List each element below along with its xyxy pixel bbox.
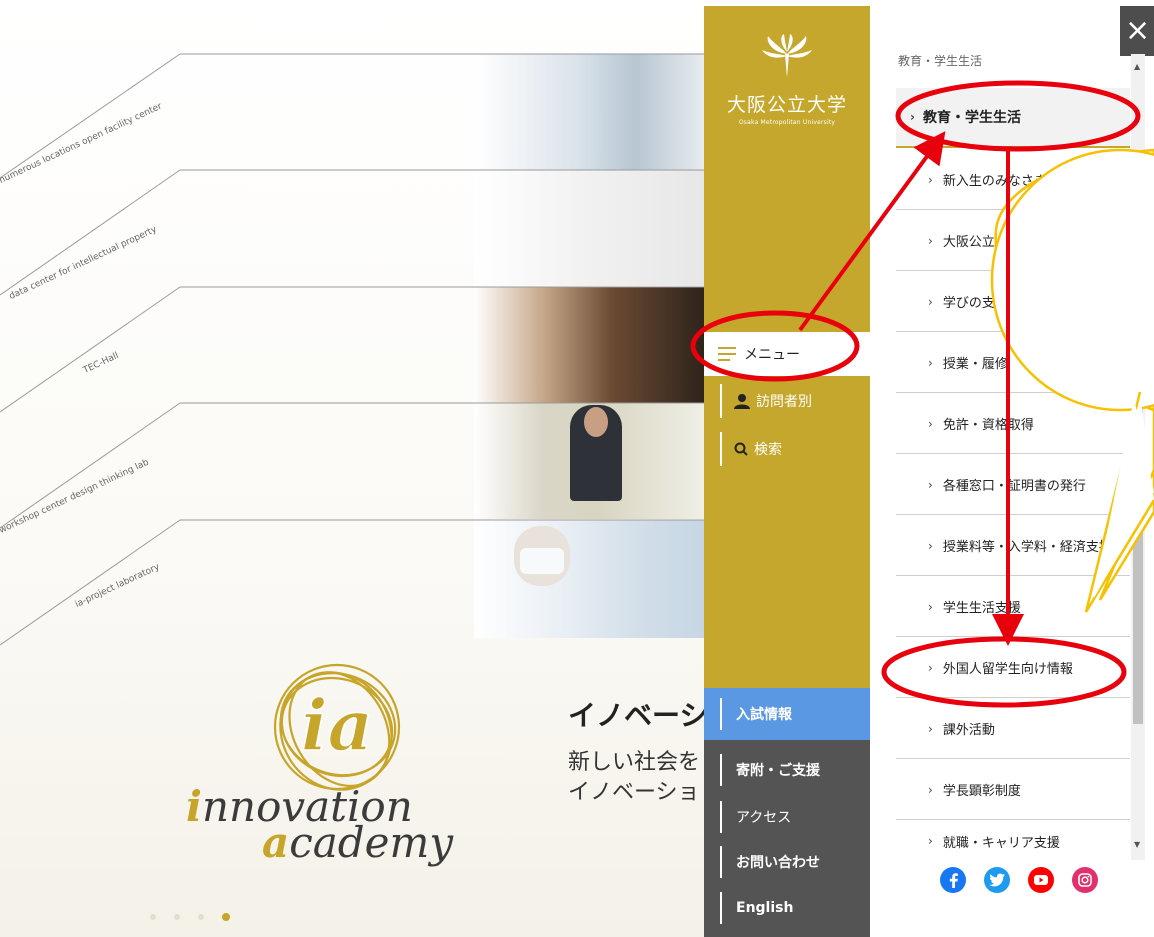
university-name: 大阪公立大学	[726, 94, 847, 116]
chevron-right-icon: ›	[928, 660, 933, 675]
menu-item-career[interactable]: › 就職・キャリア支援	[896, 821, 1130, 861]
close-icon: ×	[1125, 13, 1151, 48]
chevron-right-icon: ›	[928, 477, 933, 492]
instagram-icon[interactable]	[1072, 867, 1098, 893]
chevron-right-icon: ›	[928, 538, 933, 553]
menu-item-label: 外国人留学生向け情報	[942, 662, 1073, 677]
english-link[interactable]: English	[720, 892, 870, 924]
twitter-icon[interactable]	[984, 867, 1010, 893]
chevron-right-icon: ›	[928, 294, 933, 309]
menu-item-label: 就職・キャリア支援	[942, 835, 1060, 851]
menu-item-label: 新入生のみなさまへ	[942, 174, 1060, 189]
university-logo[interactable]: 大阪公立大学 Osaka Metropolitan University	[704, 34, 870, 126]
chevron-right-icon: ›	[928, 599, 933, 614]
donation-link[interactable]: 寄附・ご支援	[720, 754, 870, 786]
menu-item-extracurricular[interactable]: › 課外活動	[896, 699, 1130, 759]
menu-item-international-students[interactable]: › 外国人留学生向け情報	[896, 638, 1130, 698]
wordmark-line2: cademy	[289, 818, 454, 867]
scroll-down-arrow-icon[interactable]: ▼	[1134, 840, 1140, 849]
menu-item-tuition[interactable]: › 授業料等・入学料・経済支援	[896, 516, 1130, 576]
visitor-button[interactable]: 訪問者別	[720, 384, 870, 418]
social-links	[940, 867, 1098, 893]
menu-section-education[interactable]: › 教育・学生生活	[896, 88, 1130, 148]
menu-item-label: 免許・資格取得	[942, 418, 1034, 433]
hero-title: イノベーシ	[568, 699, 704, 732]
innovation-academy-wordmark: innovation academy	[186, 782, 454, 867]
carousel-dot-active[interactable]	[222, 913, 230, 921]
youtube-icon[interactable]	[1028, 867, 1054, 893]
chevron-right-icon: ›	[928, 355, 933, 370]
svg-text:ia: ia	[301, 684, 373, 767]
menu-item-label: 課外活動	[942, 723, 995, 738]
person-icon	[734, 394, 750, 409]
menu-item-student-life[interactable]: › 学生生活支援	[896, 577, 1130, 637]
menu-section-title: 教育・学生生活	[922, 110, 1021, 126]
hero-subtitle-2: イノベーショ	[568, 780, 700, 805]
chevron-right-icon: ›	[928, 172, 933, 187]
menu-item-label: 学びの支援	[942, 296, 1008, 311]
contact-link[interactable]: お問い合わせ	[720, 846, 870, 878]
menu-item-licenses[interactable]: › 免許・資格取得	[896, 394, 1130, 454]
chevron-right-icon: ›	[928, 416, 933, 431]
chevron-right-icon: ›	[928, 721, 933, 736]
hamburger-icon	[718, 347, 736, 361]
menu-item-learning-support[interactable]: › 学びの支援	[896, 272, 1130, 332]
menu-item-certificates[interactable]: › 各種窓口・証明書の発行	[896, 455, 1130, 515]
menu-item-label: 各種窓口・証明書の発行	[942, 479, 1086, 494]
menu-scrollbar[interactable]: ▲ ▼	[1131, 54, 1145, 860]
chevron-right-icon: ›	[928, 834, 933, 848]
menu-item-new-students[interactable]: › 新入生のみなさまへ	[896, 150, 1130, 210]
menu-item-president-award[interactable]: › 学長顕彰制度	[896, 760, 1130, 820]
access-link[interactable]: アクセス	[720, 801, 870, 833]
menu-item-label: 学長顕彰制度	[942, 784, 1021, 799]
menu-button[interactable]: メニュー	[704, 332, 870, 376]
menu-item-label: 学生生活支援	[942, 601, 1021, 616]
chevron-right-icon: ›	[928, 782, 933, 797]
scroll-up-arrow-icon[interactable]: ▲	[1134, 62, 1140, 71]
menu-item-label: 授業料等・入学料・経済支援	[942, 540, 1112, 555]
carousel-dot[interactable]	[198, 914, 204, 920]
scroll-thumb[interactable]	[1133, 394, 1143, 724]
menu-item-courses[interactable]: › 授業・履修	[896, 333, 1130, 393]
search-label: 検索	[754, 442, 782, 458]
facebook-icon[interactable]	[940, 867, 966, 893]
chevron-right-icon: ›	[910, 110, 915, 124]
carousel-dot[interactable]	[174, 914, 180, 920]
ia-scribble-logo: ia	[273, 663, 401, 791]
chevron-right-icon: ›	[928, 233, 933, 248]
university-name-en: Osaka Metropolitan University	[738, 119, 836, 126]
screenshot-stage: numerous locations open facility center …	[0, 0, 1154, 937]
hero-subtitle-1: 新しい社会を	[568, 750, 701, 775]
menu-item-learning[interactable]: › 大阪公立大学での学	[896, 211, 1130, 271]
carousel-dot[interactable]	[150, 914, 156, 920]
breadcrumb: 教育・学生生活	[898, 54, 983, 68]
admissions-link[interactable]: 入試情報	[720, 698, 870, 730]
menu-item-label: 大阪公立大学での学	[942, 235, 1060, 250]
search-button[interactable]: 検索	[720, 432, 870, 466]
close-button[interactable]: ×	[1120, 6, 1154, 56]
menu-label: メニュー	[744, 347, 800, 363]
visitor-label: 訪問者別	[756, 394, 812, 410]
hero-slideshow[interactable]: numerous locations open facility center …	[0, 0, 704, 937]
menu-item-label: 授業・履修	[942, 357, 1008, 372]
carousel-dots	[150, 913, 230, 921]
ginkgo-emblem-icon	[762, 34, 812, 78]
search-icon	[734, 442, 748, 456]
